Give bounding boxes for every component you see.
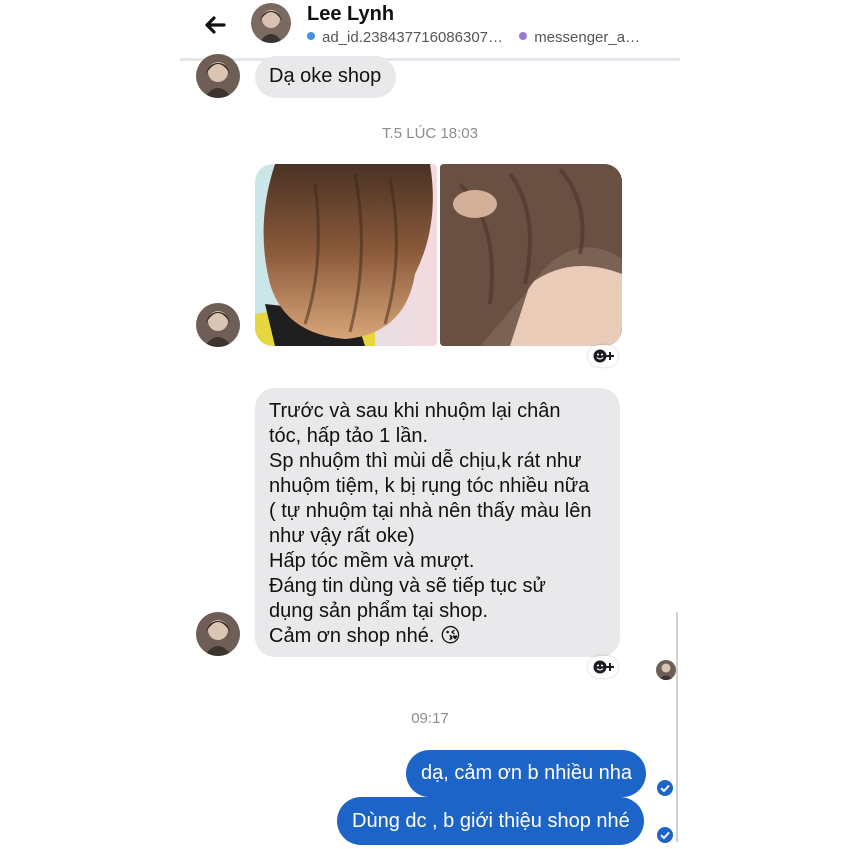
message-line: Đáng tin dùng và sẽ tiếp tục sử	[269, 575, 546, 597]
timestamp: T.5 LÚC 18:03	[382, 125, 478, 142]
sent-check-icon	[657, 827, 673, 843]
contact-tags: ad_id.238437716086307… messenger_a…	[307, 29, 640, 46]
incoming-message-review[interactable]: Trước và sau khi nhuộm lại chân tóc, hấp…	[255, 388, 620, 657]
sender-avatar[interactable]	[196, 612, 240, 656]
photo-before[interactable]	[255, 164, 437, 346]
contact-name[interactable]: Lee Lynh	[307, 3, 394, 26]
message-line: dụng sản phẩm tại shop.	[269, 600, 489, 622]
tag-ad-id[interactable]: ad_id.238437716086307…	[322, 29, 503, 46]
back-arrow-icon[interactable]	[202, 12, 228, 38]
scroll-indicator[interactable]	[676, 612, 678, 842]
message-line: Trước và sau khi nhuộm lại chân	[269, 400, 561, 422]
sent-check-icon	[657, 780, 673, 796]
timestamp: 09:17	[411, 710, 449, 727]
chat-header: Lee Lynh ad_id.238437716086307… messenge…	[180, 0, 680, 61]
message-line: Cảm ơn shop nhé. 😘	[269, 625, 461, 647]
incoming-message[interactable]: Dạ oke shop	[255, 56, 397, 98]
tag-dot-icon	[519, 32, 528, 40]
message-line: Hấp tóc mềm và mượt.	[269, 550, 475, 572]
outgoing-message[interactable]: dạ, cảm ơn b nhiều nha	[406, 750, 647, 797]
photo-after[interactable]	[440, 164, 622, 346]
add-reaction-icon	[593, 349, 614, 363]
add-reaction-icon	[593, 660, 614, 674]
tag-messenger[interactable]: messenger_a…	[534, 29, 640, 46]
seen-avatar	[656, 660, 676, 680]
message-line: tóc, hấp tảo 1 lần.	[269, 425, 429, 447]
outgoing-message[interactable]: Dùng dc , b giới thiệu shop nhé	[337, 797, 644, 845]
add-reaction-button[interactable]	[588, 656, 618, 678]
contact-avatar[interactable]	[251, 3, 291, 43]
message-line: như vậy rất oke)	[269, 525, 415, 547]
sender-avatar[interactable]	[196, 54, 240, 98]
message-line: Sp nhuộm thì mùi dễ chịu,k rát như	[269, 450, 582, 472]
sender-avatar[interactable]	[196, 303, 240, 347]
tag-dot-icon	[307, 32, 315, 40]
message-line: nhuộm tiệm, k bị rụng tóc nhiều nữa	[269, 475, 590, 497]
add-reaction-button[interactable]	[588, 345, 618, 367]
message-line: ( tự nhuộm tại nhà nên thấy màu lên	[269, 500, 592, 522]
